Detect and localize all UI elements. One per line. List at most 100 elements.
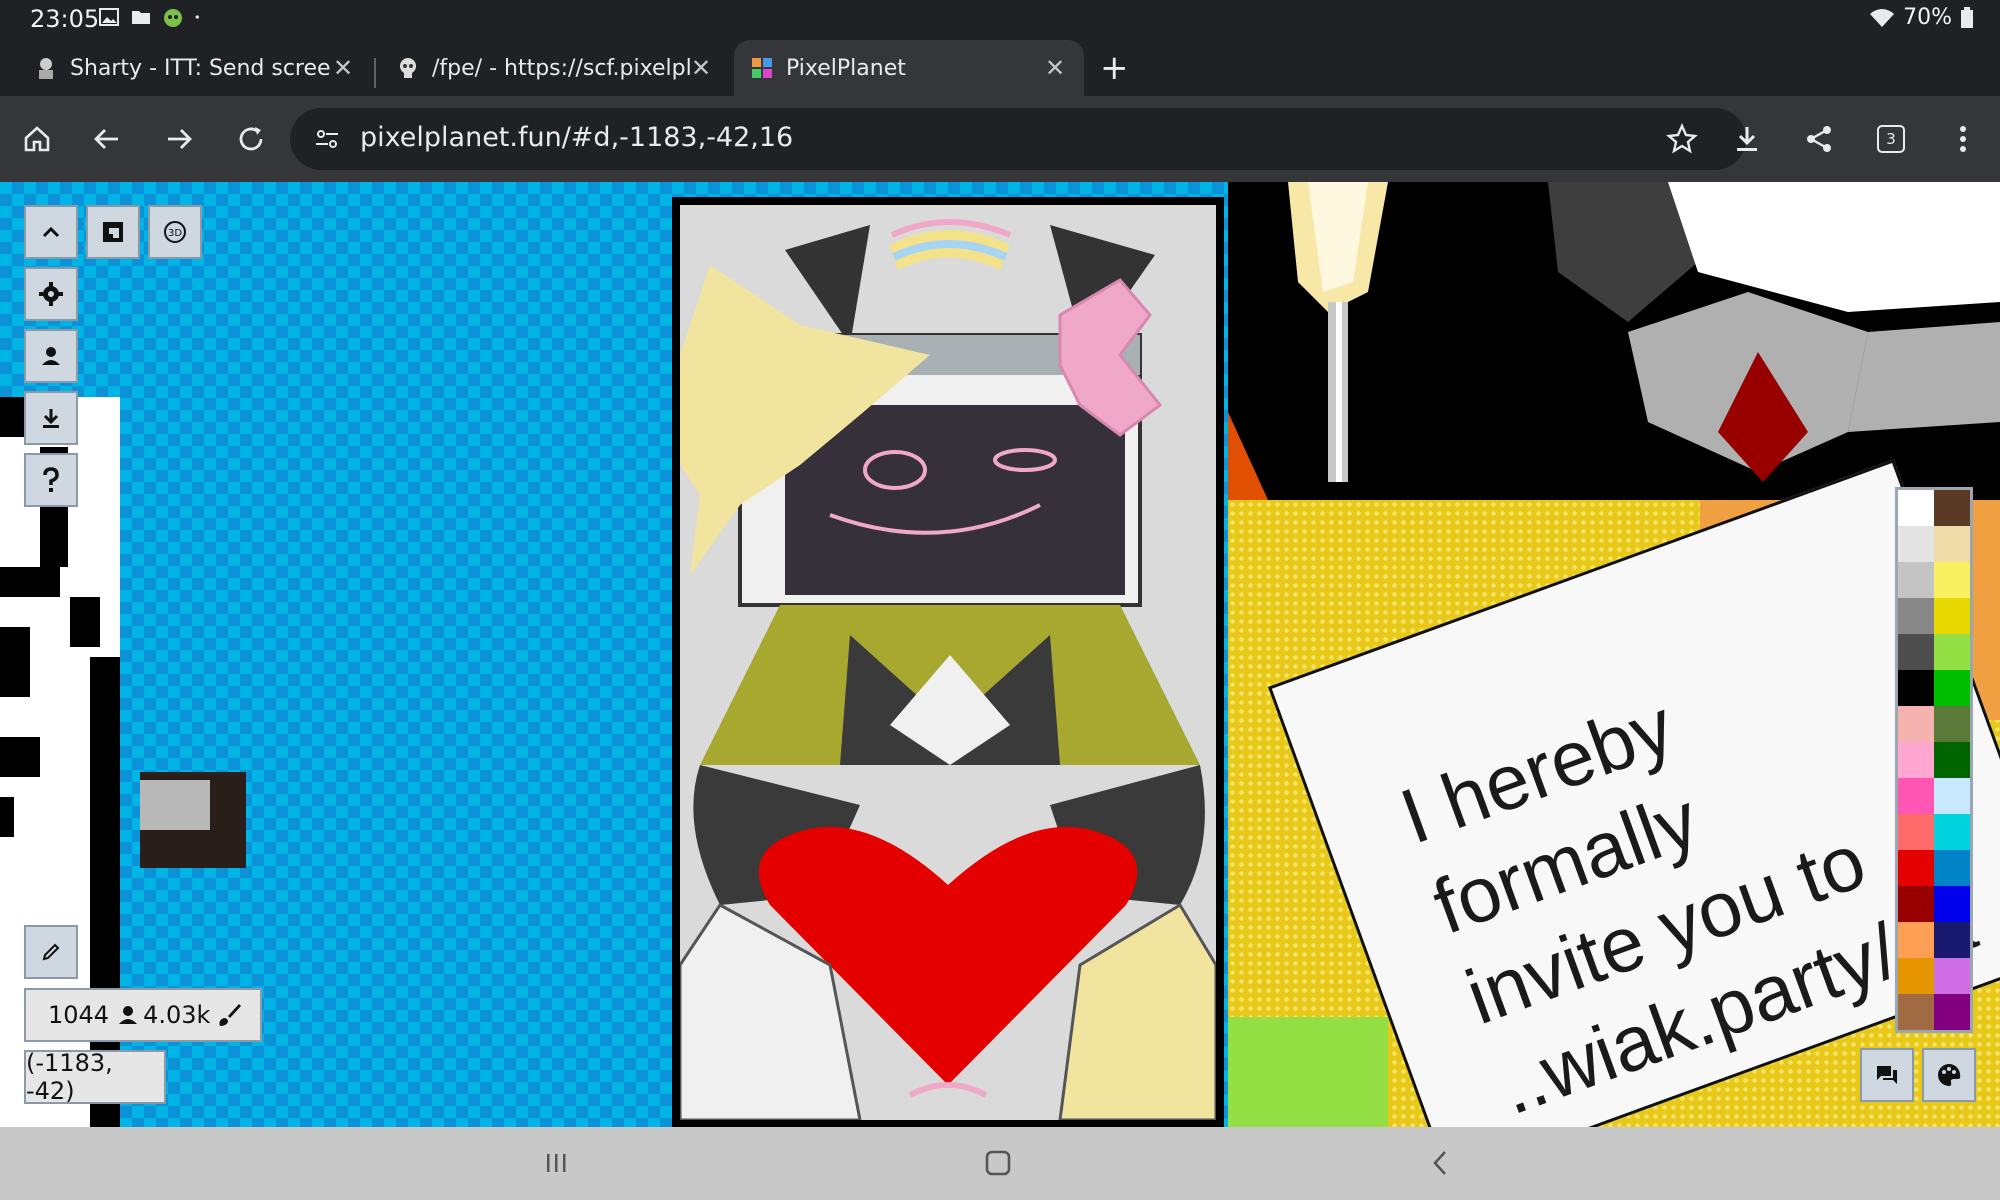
tab-title: /fpe/ - https://scf.pixelpla bbox=[432, 55, 690, 81]
palette-swatch[interactable] bbox=[1898, 994, 1934, 1030]
color-palette bbox=[1895, 487, 1973, 1033]
tab-title: Sharty - ITT: Send screen bbox=[70, 55, 332, 81]
palette-swatch[interactable] bbox=[1898, 958, 1934, 994]
gear-icon bbox=[39, 282, 63, 306]
user-area-button[interactable] bbox=[24, 329, 78, 383]
palette-swatch[interactable] bbox=[1934, 922, 1970, 958]
download-icon bbox=[1737, 127, 1757, 151]
palette-swatch[interactable] bbox=[1898, 490, 1934, 526]
share-icon bbox=[1807, 126, 1831, 152]
user-icon bbox=[42, 347, 60, 365]
tab-pixelplanet[interactable]: PixelPlanet ✕ bbox=[734, 40, 1084, 96]
home-nav-button[interactable] bbox=[978, 1143, 1018, 1183]
forward-arrow-icon bbox=[168, 129, 192, 149]
new-tab-button[interactable]: + bbox=[1100, 48, 1129, 88]
back-arrow-icon bbox=[94, 129, 118, 149]
palette-swatch[interactable] bbox=[1898, 886, 1934, 922]
palette-swatch[interactable] bbox=[1934, 526, 1970, 562]
palette-swatch[interactable] bbox=[1898, 706, 1934, 742]
palette-swatch[interactable] bbox=[1934, 742, 1970, 778]
pixel-canvas[interactable]: I hereby formally invite you to ..wiak.p… bbox=[0, 182, 2000, 1127]
forward-button[interactable] bbox=[156, 116, 202, 162]
back-nav-button[interactable] bbox=[1420, 1143, 1460, 1183]
skull-favicon bbox=[400, 58, 416, 78]
chevron-up-icon bbox=[42, 226, 60, 238]
palette-swatch[interactable] bbox=[1934, 994, 1970, 1030]
pixelplanet-favicon bbox=[752, 58, 772, 78]
canvas-art-right-top bbox=[1228, 182, 2000, 500]
paintbrush-icon bbox=[219, 1004, 242, 1026]
tab-sharty[interactable]: Sharty - ITT: Send screen ✕ bbox=[0, 40, 372, 96]
home-icon bbox=[24, 126, 50, 152]
tab-count: 3 bbox=[1877, 125, 1905, 153]
user-icon bbox=[119, 1006, 138, 1024]
menu-button[interactable] bbox=[1940, 116, 1986, 162]
palette-swatch[interactable] bbox=[1898, 814, 1934, 850]
chat-icon bbox=[1877, 1066, 1897, 1084]
wifi-icon bbox=[1870, 8, 1895, 27]
status-bar: 23:05 70% bbox=[0, 0, 2000, 38]
svg-text:3D: 3D bbox=[168, 228, 182, 239]
address-bar[interactable]: pixelplanet.fun/#d,-1183,-42,16 bbox=[290, 108, 1746, 170]
coordinates-text: (-1183, -42) bbox=[26, 1049, 113, 1105]
palette-swatch[interactable] bbox=[1934, 706, 1970, 742]
close-icon[interactable]: ✕ bbox=[1044, 54, 1066, 82]
download-icon bbox=[43, 409, 59, 428]
tab-fpe[interactable]: /fpe/ - https://scf.pixelpla ✕ bbox=[378, 40, 730, 96]
download-canvas-button[interactable] bbox=[24, 391, 78, 445]
palette-swatch[interactable] bbox=[1898, 742, 1934, 778]
recents-icon bbox=[547, 1154, 566, 1172]
palette-toggle-button[interactable] bbox=[1922, 1048, 1976, 1102]
status-time: 23:05 bbox=[30, 5, 100, 33]
canvas-art-green-corner bbox=[1228, 1017, 1388, 1127]
download-button[interactable] bbox=[1724, 116, 1770, 162]
tab-switcher-button[interactable]: 3 bbox=[1868, 116, 1914, 162]
bookmark-star-icon[interactable] bbox=[1666, 123, 1698, 155]
reload-button[interactable] bbox=[228, 116, 274, 162]
help-button[interactable] bbox=[24, 453, 78, 507]
palette-swatch[interactable] bbox=[1898, 562, 1934, 598]
collapse-menu-button[interactable] bbox=[24, 205, 78, 259]
share-button[interactable] bbox=[1796, 116, 1842, 162]
more-vert-icon bbox=[1960, 126, 1966, 152]
palette-swatch[interactable] bbox=[1898, 634, 1934, 670]
palette-swatch[interactable] bbox=[1898, 850, 1934, 886]
back-button[interactable] bbox=[84, 116, 130, 162]
palette-swatch[interactable] bbox=[1898, 598, 1934, 634]
palette-swatch[interactable] bbox=[1934, 886, 1970, 922]
palette-swatch[interactable] bbox=[1934, 490, 1970, 526]
reload-icon bbox=[239, 127, 263, 151]
system-nav-bar bbox=[0, 1127, 2000, 1200]
minimap-icon bbox=[103, 222, 123, 242]
3d-icon: 3D bbox=[164, 221, 186, 243]
settings-button[interactable] bbox=[24, 267, 78, 321]
minimap-button[interactable] bbox=[86, 205, 140, 259]
palette-swatch[interactable] bbox=[1934, 850, 1970, 886]
close-icon[interactable]: ✕ bbox=[690, 54, 712, 82]
palette-swatch[interactable] bbox=[1898, 778, 1934, 814]
folder-icon bbox=[132, 11, 150, 24]
pixel-count: 4.03k bbox=[143, 1001, 211, 1029]
palette-swatch[interactable] bbox=[1934, 634, 1970, 670]
palette-swatch[interactable] bbox=[1934, 598, 1970, 634]
image-icon bbox=[99, 8, 119, 26]
pencil-tool-button[interactable] bbox=[24, 925, 78, 979]
3d-view-button[interactable]: 3D bbox=[148, 205, 202, 259]
chat-button[interactable] bbox=[1860, 1048, 1914, 1102]
palette-swatch[interactable] bbox=[1934, 778, 1970, 814]
coordinates-display[interactable]: (-1183, -42) bbox=[24, 1049, 166, 1105]
palette-swatch[interactable] bbox=[1898, 526, 1934, 562]
close-icon[interactable]: ✕ bbox=[332, 54, 354, 82]
palette-swatch[interactable] bbox=[1934, 562, 1970, 598]
palette-swatch[interactable] bbox=[1898, 922, 1934, 958]
site-settings-icon[interactable] bbox=[312, 124, 342, 154]
palette-swatch[interactable] bbox=[1934, 814, 1970, 850]
tab-separator bbox=[374, 58, 376, 88]
palette-swatch[interactable] bbox=[1934, 670, 1970, 706]
chevron-left-icon bbox=[1433, 1151, 1446, 1175]
palette-swatch[interactable] bbox=[1934, 958, 1970, 994]
browser-toolbar: pixelplanet.fun/#d,-1183,-42,16 3 bbox=[0, 96, 2000, 182]
home-button[interactable] bbox=[14, 116, 60, 162]
recents-button[interactable] bbox=[536, 1143, 576, 1183]
palette-swatch[interactable] bbox=[1898, 670, 1934, 706]
